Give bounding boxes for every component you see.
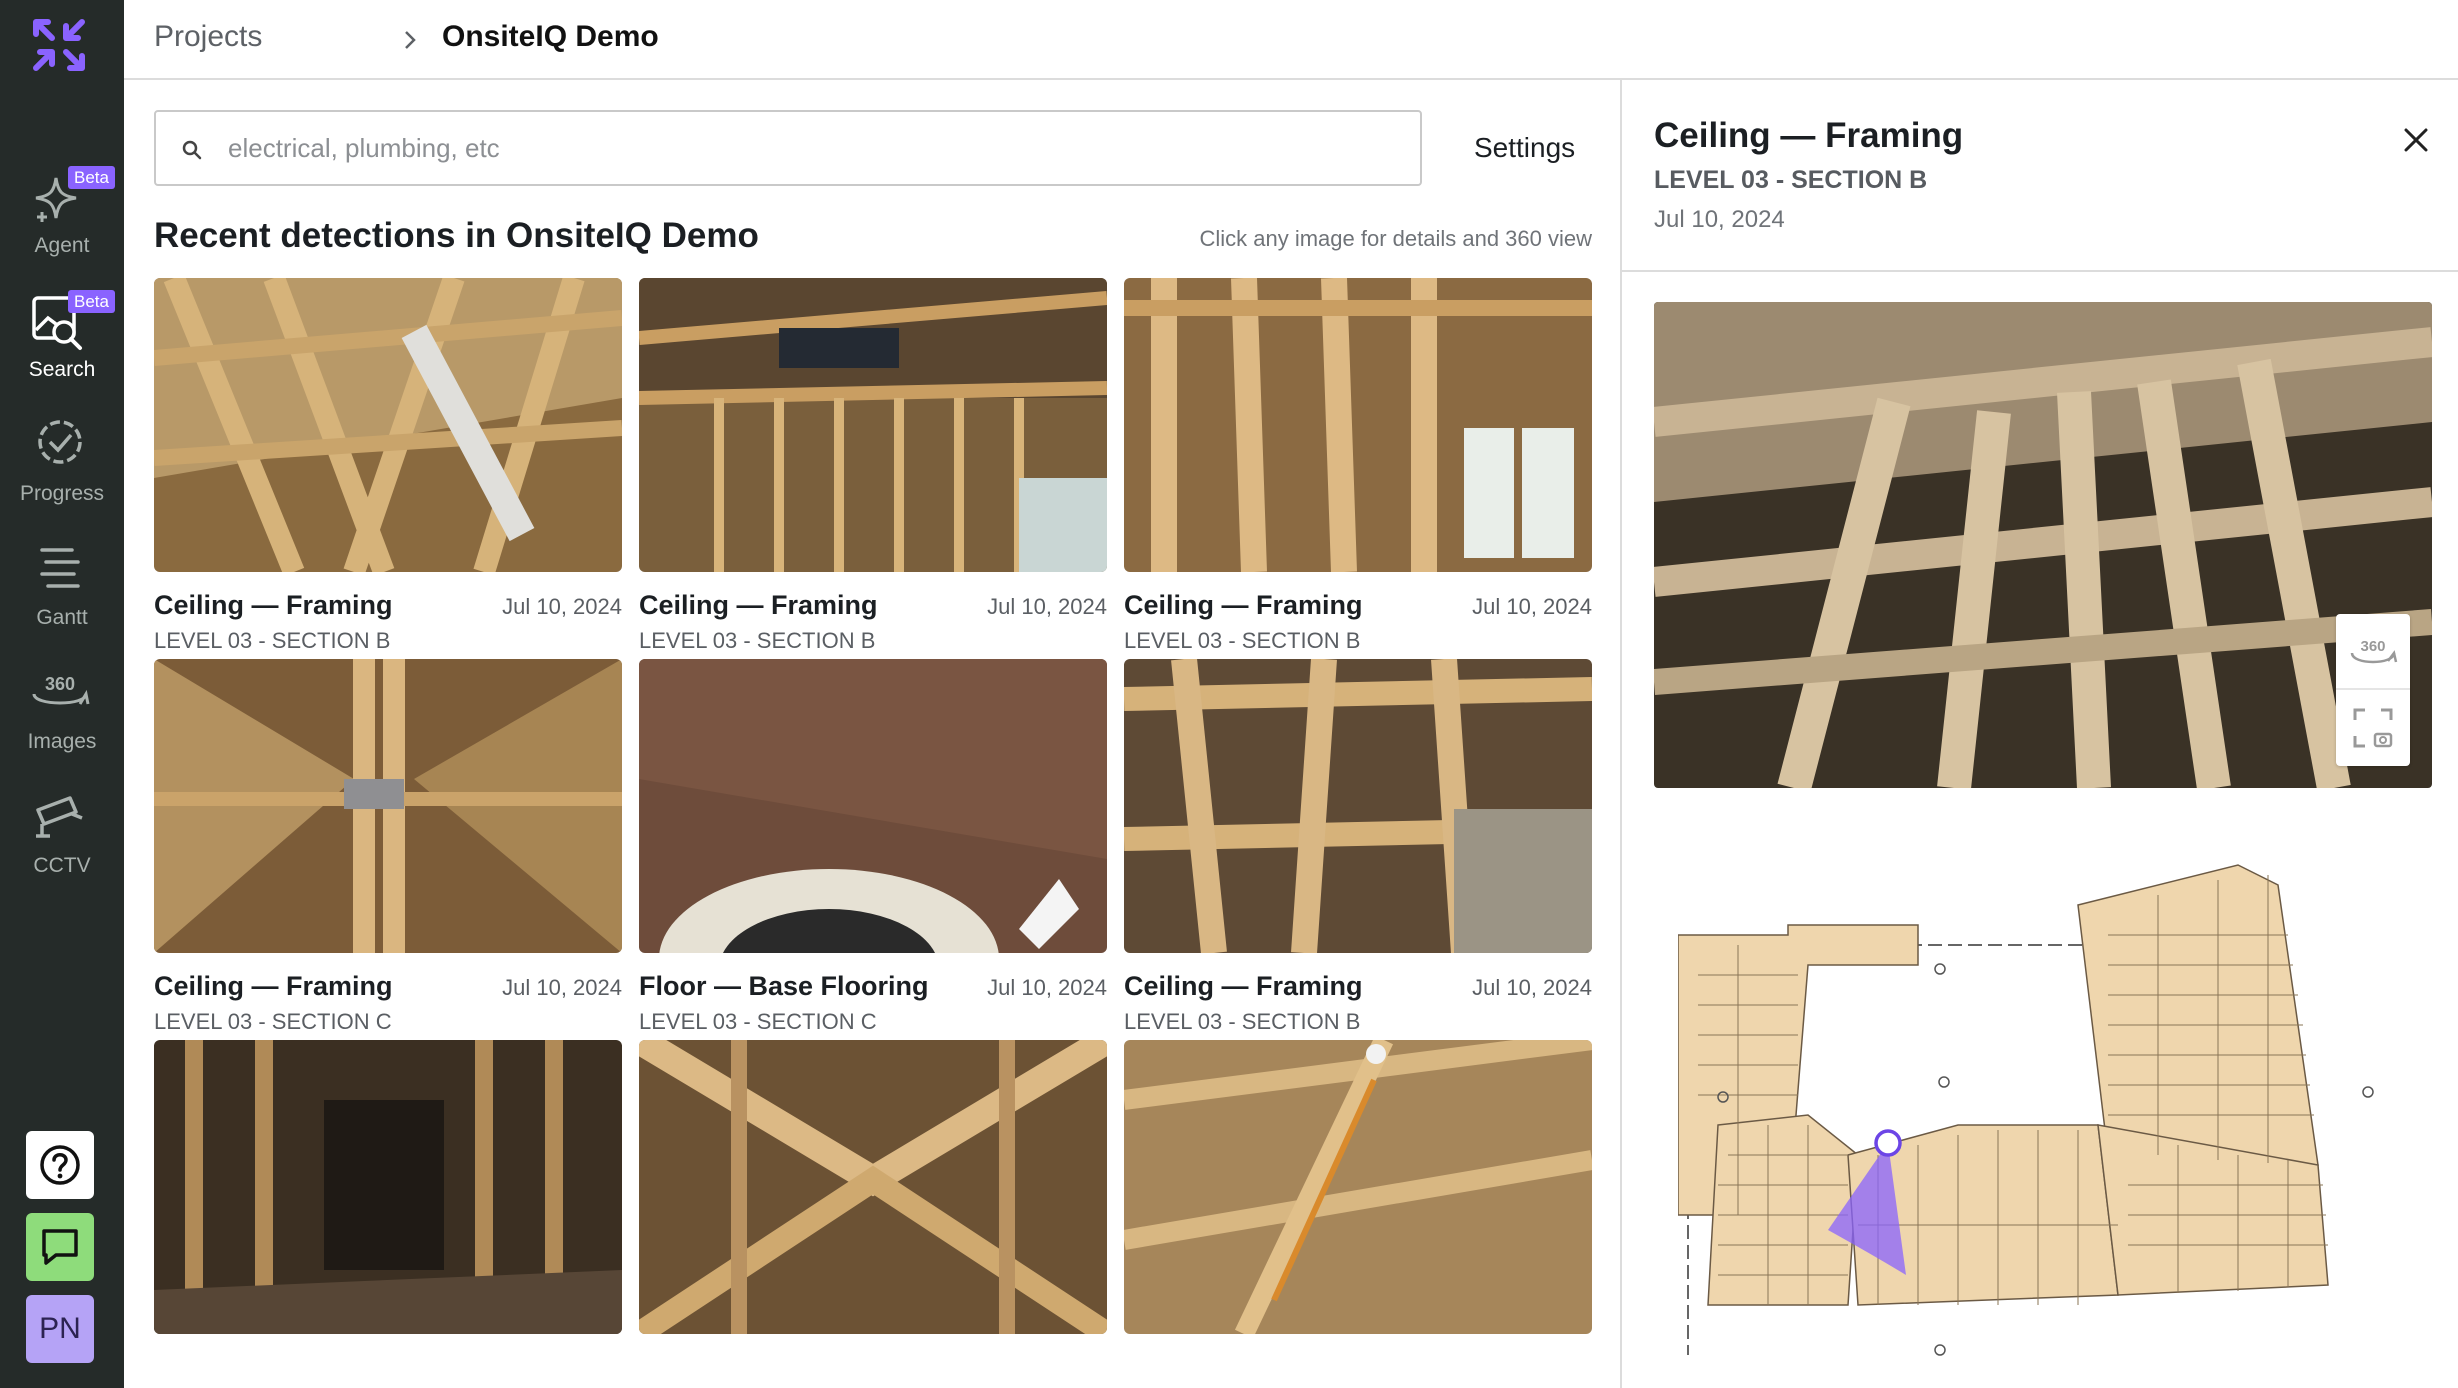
result-card[interactable]	[639, 1040, 1107, 1334]
svg-text:360: 360	[2360, 638, 2385, 655]
result-card[interactable]: Ceiling — Framing Jul 10, 2024 LEVEL 03 …	[639, 278, 1107, 653]
panel-divider	[1622, 270, 2458, 272]
detail-title: Ceiling — Framing	[1654, 116, 1964, 155]
result-card[interactable]: Ceiling — Framing Jul 10, 2024 LEVEL 03 …	[1124, 659, 1592, 1034]
card-date: Jul 10, 2024	[1472, 975, 1592, 1000]
nav-item-search[interactable]: Beta Search	[0, 290, 124, 402]
detection-thumbnail[interactable]	[639, 1040, 1107, 1334]
card-date: Jul 10, 2024	[502, 594, 622, 619]
card-date: Jul 10, 2024	[987, 975, 1107, 1000]
nav-item-label: Progress	[19, 482, 105, 505]
detail-image[interactable]	[1654, 302, 2432, 788]
card-title: Floor — Base Flooring	[639, 971, 929, 1001]
detection-thumbnail[interactable]	[1124, 278, 1592, 572]
card-location: LEVEL 03 - SECTION B	[639, 628, 876, 653]
view-360-button[interactable]: 360	[2336, 614, 2410, 690]
user-avatar[interactable]: PN	[26, 1295, 94, 1363]
breadcrumb-projects-link[interactable]: Projects	[154, 20, 262, 54]
360-icon: 360	[32, 674, 90, 705]
capture-screenshot-button[interactable]	[2336, 690, 2410, 766]
camera-icon	[36, 796, 83, 838]
top-header: Projects OnsiteIQ Demo	[124, 0, 2458, 80]
results-hint: Click any image for details and 360 view	[1199, 226, 1592, 251]
detection-thumbnail[interactable]	[1124, 1040, 1592, 1334]
chat-bubble-icon	[42, 1229, 78, 1265]
help-button[interactable]	[26, 1131, 94, 1199]
card-location: LEVEL 03 - SECTION B	[1124, 628, 1361, 653]
nav-item-label: Agent	[34, 234, 90, 257]
detection-thumbnail[interactable]	[154, 659, 622, 953]
detection-thumbnail[interactable]	[639, 278, 1107, 572]
beta-badge: Beta	[68, 166, 115, 189]
chat-button[interactable]	[26, 1213, 94, 1281]
results-grid: Ceiling — Framing Jul 10, 2024 LEVEL 03 …	[154, 278, 1592, 1388]
left-nav-rail: Beta Agent Beta Search Progress Gantt 36…	[0, 0, 124, 1388]
search-box	[154, 110, 1422, 186]
gantt-lines-icon	[40, 548, 80, 588]
card-title: Ceiling — Framing	[1124, 971, 1363, 1001]
chevron-right-icon	[405, 31, 416, 49]
detection-thumbnail[interactable]	[154, 278, 622, 572]
card-date: Jul 10, 2024	[502, 975, 622, 1000]
result-card[interactable]: Floor — Base Flooring Jul 10, 2024 LEVEL…	[639, 659, 1107, 1034]
detection-thumbnail[interactable]	[154, 1040, 622, 1334]
nav-item-agent[interactable]: Beta Agent	[0, 166, 124, 278]
question-circle-icon	[40, 1145, 80, 1185]
card-title: Ceiling — Framing	[1124, 590, 1363, 620]
detail-date: Jul 10, 2024	[1654, 206, 1785, 233]
detection-thumbnail[interactable]	[639, 659, 1107, 953]
card-title: Ceiling — Framing	[639, 590, 878, 620]
card-title: Ceiling — Framing	[154, 590, 393, 620]
detail-panel: Ceiling — Framing LEVEL 03 - SECTION B J…	[1620, 80, 2458, 1388]
breadcrumb-current: OnsiteIQ Demo	[442, 20, 659, 53]
card-location: LEVEL 03 - SECTION B	[1124, 1009, 1361, 1034]
card-date: Jul 10, 2024	[987, 594, 1107, 619]
close-icon[interactable]	[2392, 116, 2440, 164]
card-location: LEVEL 03 - SECTION B	[154, 628, 391, 653]
nav-item-progress[interactable]: Progress	[0, 416, 124, 526]
card-title: Ceiling — Framing	[154, 971, 393, 1001]
card-location: LEVEL 03 - SECTION C	[639, 1009, 877, 1034]
detection-thumbnail[interactable]	[1124, 659, 1592, 953]
beta-badge: Beta	[68, 290, 115, 313]
settings-link[interactable]: Settings	[1474, 132, 1575, 164]
360-view-icon: 360	[2350, 638, 2398, 664]
result-card[interactable]	[1124, 1040, 1592, 1334]
nav-item-gantt[interactable]: Gantt	[0, 540, 124, 650]
nav-item-label: CCTV	[33, 854, 91, 877]
result-card[interactable]: Ceiling — Framing Jul 10, 2024 LEVEL 03 …	[1124, 278, 1592, 653]
search-results-area: Settings Recent detections in OnsiteIQ D…	[124, 80, 1622, 1388]
search-icon	[182, 140, 202, 160]
screenshot-frame-icon	[2353, 708, 2393, 748]
card-date: Jul 10, 2024	[1472, 594, 1592, 619]
detail-location: LEVEL 03 - SECTION B	[1654, 166, 1928, 194]
nav-item-images[interactable]: 360 Images	[0, 664, 124, 774]
search-input[interactable]	[228, 126, 1388, 170]
image-tools: 360	[2336, 614, 2410, 766]
results-title: Recent detections in OnsiteIQ Demo	[154, 216, 759, 255]
floor-plan-map[interactable]	[1678, 825, 2408, 1365]
nav-item-label: Search	[28, 358, 96, 381]
detail-photo	[1654, 302, 2432, 788]
nav-item-label: Gantt	[36, 606, 88, 629]
result-card[interactable]	[154, 1040, 622, 1334]
nav-item-cctv[interactable]: CCTV	[0, 788, 124, 898]
check-circle-icon	[38, 420, 82, 464]
svg-text:360: 360	[45, 674, 75, 694]
nav-item-label: Images	[27, 730, 97, 753]
onsiteiq-logo-icon[interactable]	[30, 16, 88, 74]
result-card[interactable]: Ceiling — Framing Jul 10, 2024 LEVEL 03 …	[154, 278, 622, 653]
card-location: LEVEL 03 - SECTION C	[154, 1009, 392, 1034]
result-card[interactable]: Ceiling — Framing Jul 10, 2024 LEVEL 03 …	[154, 659, 622, 1034]
